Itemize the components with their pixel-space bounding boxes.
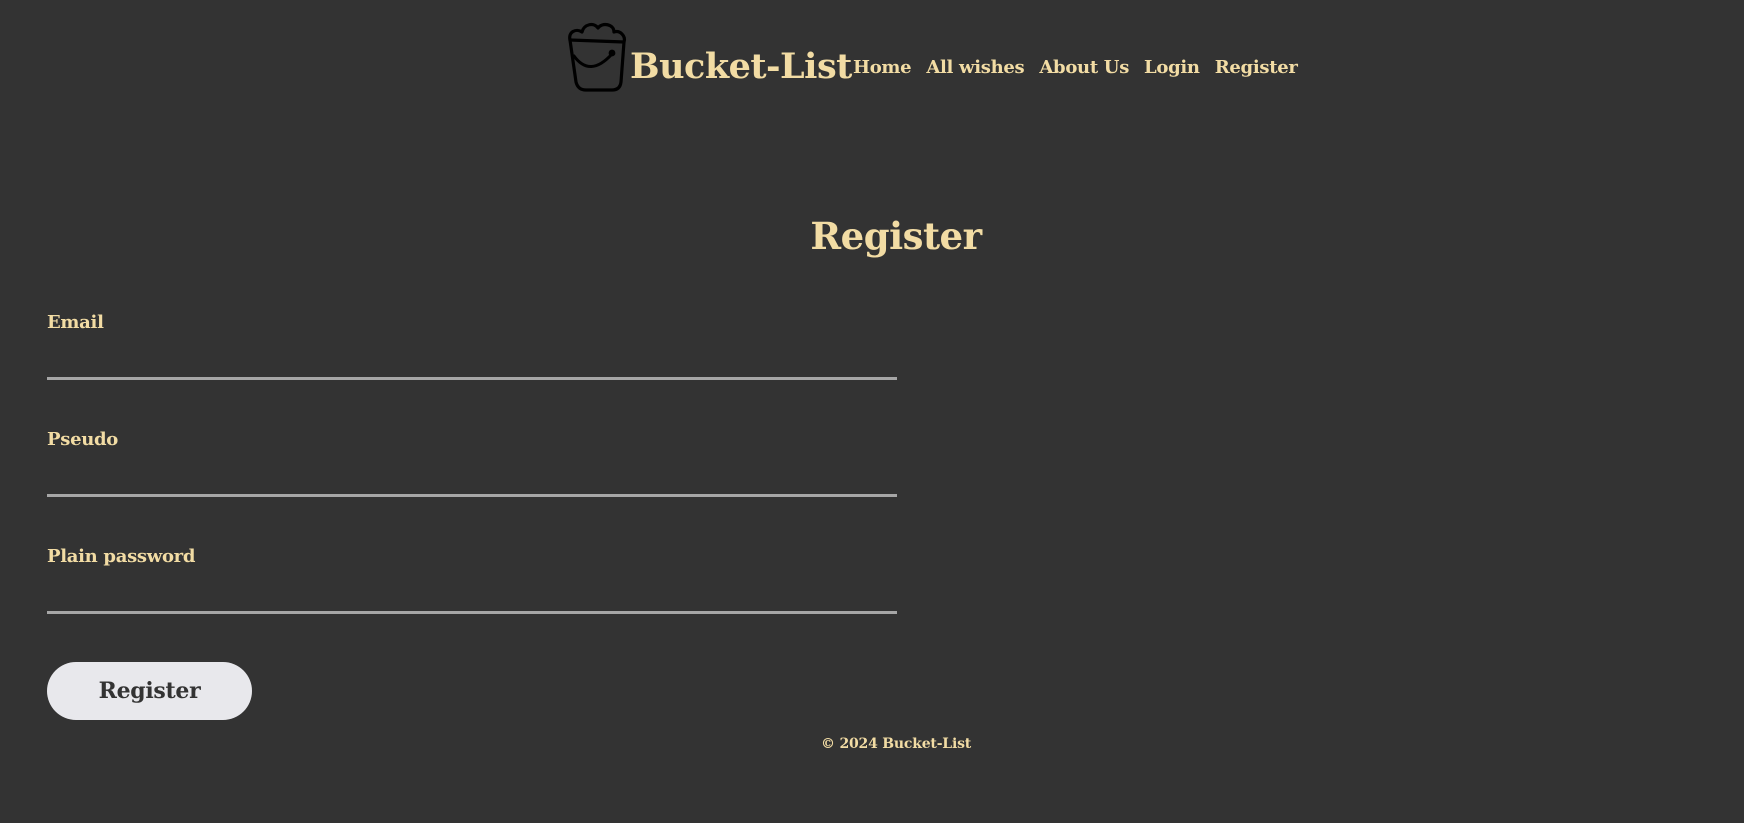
pseudo-input[interactable] [47, 463, 897, 497]
main-nav: Home All wishes About Us Login Register [853, 57, 1313, 78]
home-logo-link[interactable]: Bucket-List [566, 12, 852, 92]
brand-name: Bucket-List [630, 46, 852, 87]
password-input[interactable] [47, 580, 897, 614]
pseudo-field-group: Pseudo [47, 431, 897, 497]
nav-about-us[interactable]: About Us [1039, 57, 1129, 78]
email-field-group: Email [47, 314, 897, 380]
nav-register[interactable]: Register [1215, 57, 1298, 78]
password-label: Plain password [47, 546, 196, 567]
page-title: Register [810, 214, 982, 258]
footer-copyright: © 2024 Bucket-List [820, 736, 972, 752]
nav-all-wishes[interactable]: All wishes [926, 57, 1024, 78]
register-submit-button[interactable]: Register [47, 662, 252, 720]
nav-home[interactable]: Home [853, 57, 912, 78]
site-header: Bucket-List Home All wishes About Us Log… [0, 0, 1744, 110]
password-field-group: Plain password [47, 548, 897, 614]
pseudo-label: Pseudo [47, 429, 118, 450]
email-input[interactable] [47, 346, 897, 380]
nav-login[interactable]: Login [1144, 57, 1200, 78]
email-label: Email [47, 312, 104, 333]
bucket-icon [568, 22, 626, 92]
